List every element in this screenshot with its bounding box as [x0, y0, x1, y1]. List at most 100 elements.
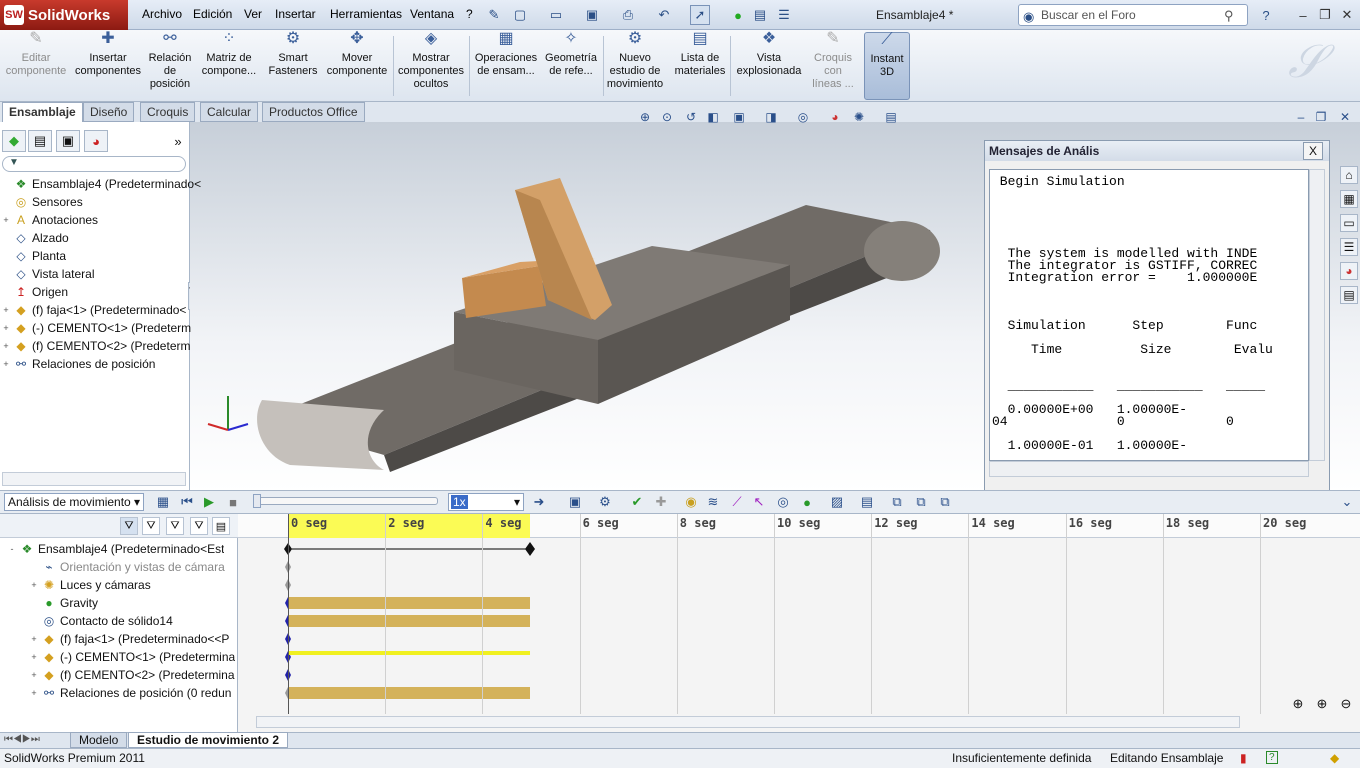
results-plots-icon[interactable]: ▨	[828, 493, 846, 511]
end-key[interactable]	[525, 542, 535, 556]
menu-edicion[interactable]: Edición	[193, 7, 232, 21]
expand-toggle-icon[interactable]: +	[30, 580, 38, 590]
tree-item[interactable]: + ✺ Luces y cámaras	[30, 576, 150, 594]
filter-results-icon[interactable]: ⛛	[190, 517, 208, 535]
tab-productos-office[interactable]: Productos Office	[262, 102, 365, 122]
restore-icon[interactable]: ❐	[1314, 6, 1336, 24]
expand-toggle-icon[interactable]: -	[8, 544, 16, 554]
select-icon[interactable]: ➚	[690, 5, 710, 25]
edit-component-button[interactable]: ✎ Editar componente	[4, 31, 68, 100]
tree-item[interactable]: ⌁ Orientación y vistas de cámara	[30, 558, 224, 576]
play-from-start-icon[interactable]: ⏮	[178, 493, 196, 511]
menu-help[interactable]: ?	[466, 7, 473, 21]
dialog-close-button[interactable]: X	[1303, 142, 1323, 160]
insert-components-button[interactable]: ✚ Insertar componentes	[72, 31, 144, 100]
zoom-to-fit-timeline-icon[interactable]: ⊕	[1288, 694, 1308, 714]
tree-item[interactable]: ❖ Ensamblaje4 (Predeterminado<	[2, 175, 202, 193]
messages-vscrollbar[interactable]	[1309, 169, 1325, 461]
view-settings-icon[interactable]: ▤	[882, 108, 900, 126]
undo-icon[interactable]: ↶	[654, 5, 674, 25]
tab-estudio-movimiento-2[interactable]: Estudio de movimiento 2	[128, 732, 289, 748]
expand-toggle-icon[interactable]: +	[30, 688, 38, 698]
app-logo[interactable]: SW SolidWorks	[0, 0, 128, 30]
zoom-in-timeline-icon[interactable]: ⊕	[1312, 694, 1332, 714]
new-study-icon[interactable]: ⧉	[912, 493, 930, 511]
help-icon[interactable]: ?	[1256, 5, 1276, 25]
tab-ensamblaje[interactable]: Ensamblaje	[2, 102, 83, 122]
edit-appearance-icon[interactable]: ◕	[826, 108, 844, 126]
damper-icon[interactable]: ⟋	[728, 493, 746, 511]
tab-croquis[interactable]: Croquis	[140, 102, 196, 122]
search-icon[interactable]: ⚲	[1224, 6, 1234, 26]
print-icon[interactable]: ⎙	[618, 5, 638, 25]
menu-insertar[interactable]: Insertar	[275, 7, 316, 21]
previous-view-icon[interactable]: ↺	[682, 108, 700, 126]
rebuild-icon[interactable]: ●	[728, 5, 748, 25]
filter-selected-icon[interactable]: ⛛	[166, 517, 184, 535]
expand-toggle-icon[interactable]: +	[2, 323, 10, 333]
motor-icon[interactable]: ◉	[682, 493, 700, 511]
copy-study-icon[interactable]: ⧉	[936, 493, 954, 511]
taskpane-file-explorer-icon[interactable]: ▭	[1340, 214, 1358, 232]
tree-item[interactable]: ◇ Planta	[2, 247, 66, 265]
close-icon[interactable]: ✕	[1336, 6, 1358, 24]
apply-scene-icon[interactable]: ✺	[850, 108, 868, 126]
pattern-button[interactable]: ⁘ Matriz de compone...	[198, 31, 260, 100]
tree-item[interactable]: - ❖ Ensamblaje4 (Predeterminado<Est	[8, 540, 225, 558]
open-icon[interactable]: ▭	[546, 5, 566, 25]
explode-line-sketch-button[interactable]: ✎ Croquis con líneas ...	[808, 31, 858, 100]
configurationmanager-tab-icon[interactable]: ▣	[56, 130, 80, 152]
timeline-hscrollbar[interactable]	[256, 716, 1240, 728]
tree-item[interactable]: + ◆ (f) CEMENTO<2> (Predeterm	[2, 337, 190, 355]
zoom-area-icon[interactable]: ⊙	[658, 108, 676, 126]
tree-item[interactable]: + ◆ (-) CEMENTO<1> (Predeterm	[2, 319, 191, 337]
tree-item[interactable]: ◎ Contacto de sólido14	[30, 612, 173, 630]
tab-calcular[interactable]: Calcular	[200, 102, 259, 122]
menu-ventana[interactable]: Ventana	[410, 7, 454, 21]
gravity-icon[interactable]: ●	[798, 493, 816, 511]
force-icon[interactable]: ↖	[750, 493, 768, 511]
save-icon[interactable]: ▣	[582, 5, 602, 25]
tree-item[interactable]: + ◆ (f) CEMENTO<2> (Predetermina	[30, 666, 234, 684]
viewport-close-icon[interactable]: ✕	[1336, 108, 1354, 126]
section-view-icon[interactable]: ◧	[704, 108, 722, 126]
play-icon[interactable]: ▶	[200, 493, 218, 511]
featuremanager-tab-icon[interactable]: ◆	[2, 130, 26, 152]
tree-item[interactable]: + ◆ (f) faja<1> (Predeterminado<<P	[30, 630, 229, 648]
animation-wizard-icon[interactable]: ⚙	[596, 493, 614, 511]
instant3d-button[interactable]: ⟋ Instant 3D	[864, 32, 910, 100]
assembly-features-button[interactable]: ▦ Operaciones de ensam...	[472, 31, 540, 100]
cemento1-timeline-bar[interactable]	[288, 651, 530, 655]
tree-item[interactable]: ↥ Origen	[2, 283, 68, 301]
view-orientation-icon[interactable]: ▣	[730, 108, 748, 126]
taskpane-appearances-icon[interactable]: ◕	[1340, 262, 1358, 280]
slider-thumb[interactable]	[253, 494, 261, 508]
playback-slider[interactable]	[253, 494, 438, 508]
featuremanager-hscrollbar[interactable]	[2, 472, 186, 486]
help-status-icon[interactable]: ?	[1266, 751, 1278, 764]
contact-timeline-bar[interactable]	[288, 615, 530, 627]
gravity-timeline-bar[interactable]	[288, 597, 530, 609]
show-hidden-components-button[interactable]: ◈ Mostrar componentes ocultos	[396, 31, 466, 100]
exploded-view-button[interactable]: ❖ Vista explosionada	[734, 31, 804, 100]
filter-driving-icon[interactable]: ⛛	[142, 517, 160, 535]
expand-toggle-icon[interactable]: +	[2, 305, 10, 315]
menu-ver[interactable]: Ver	[244, 7, 262, 21]
messages-hscrollbar[interactable]	[989, 461, 1309, 477]
collapse-timeline-icon[interactable]: ⧉	[888, 493, 906, 511]
add-key-icon[interactable]: ✚	[652, 493, 670, 511]
zoom-out-timeline-icon[interactable]: ⊖	[1336, 694, 1356, 714]
tab-modelo[interactable]: Modelo	[70, 732, 128, 748]
playback-speed-select[interactable]: 1x ▾	[448, 493, 524, 511]
propertymanager-tab-icon[interactable]: ▤	[28, 130, 52, 152]
viewport-restore-icon[interactable]: ❐	[1312, 108, 1330, 126]
tab-scroll-icon[interactable]: ⏮◀▶⏭	[4, 734, 40, 745]
expand-toggle-icon[interactable]: +	[30, 634, 38, 644]
expand-toggle-icon[interactable]: +	[2, 341, 10, 351]
expand-toggle-icon[interactable]: +	[2, 215, 10, 225]
expand-toggle-icon[interactable]: +	[30, 652, 38, 662]
study-type-select[interactable]: Análisis de movimiento ▾	[4, 493, 144, 511]
filter-animated-icon[interactable]: ⛛	[120, 517, 138, 535]
hide-show-items-icon[interactable]: ◎	[794, 108, 812, 126]
tree-item[interactable]: ◎ Sensores	[2, 193, 83, 211]
